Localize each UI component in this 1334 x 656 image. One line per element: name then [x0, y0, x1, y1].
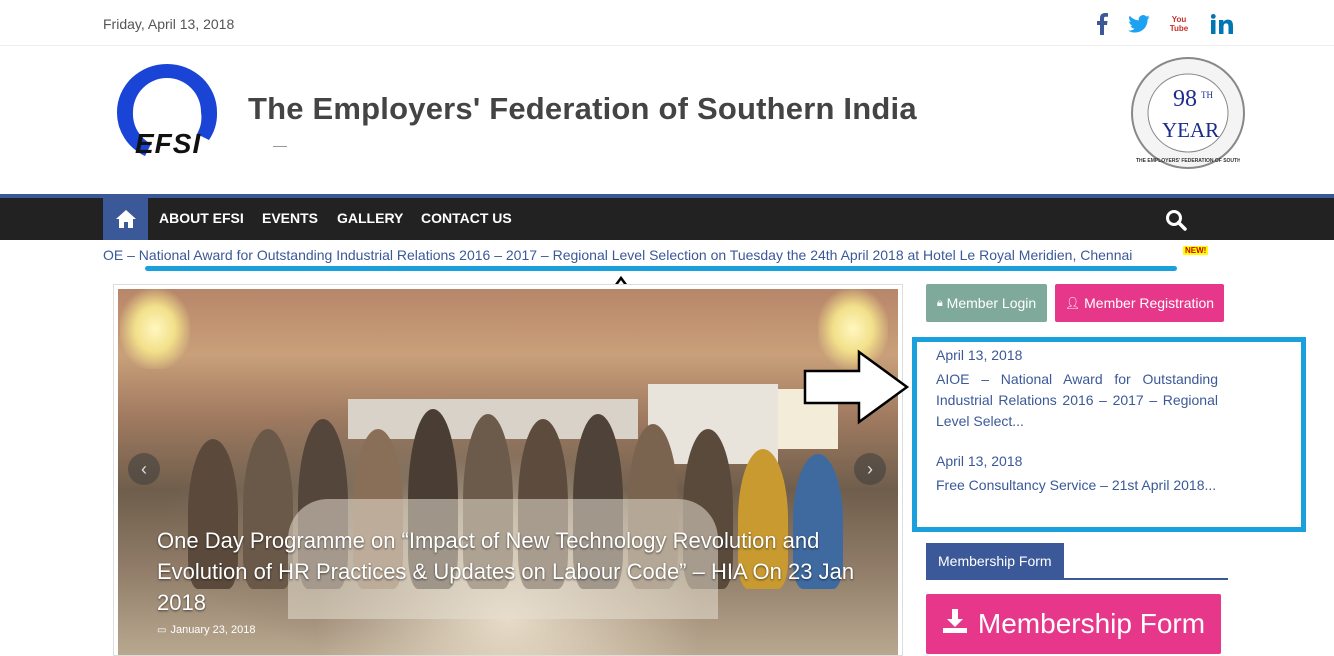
efsi-logo[interactable]: EFSI — [115, 64, 219, 167]
news-ticker[interactable]: OE – National Award for Outstanding Indu… — [103, 247, 1132, 263]
facebook-icon[interactable] — [1090, 12, 1114, 36]
member-registration-button[interactable]: 👤︎ Member Registration — [1055, 284, 1224, 322]
badge-word: YEAR — [1162, 118, 1220, 142]
linkedin-icon[interactable] — [1210, 12, 1234, 36]
badge-suffix: TH — [1201, 90, 1213, 100]
new-badge: NEW! — [1183, 246, 1209, 255]
annotation-right-arrow — [803, 349, 911, 430]
site-header: EFSI The Employers' Federation of Southe… — [0, 46, 1334, 194]
youtube-label: You Tube — [1169, 15, 1189, 33]
youtube-icon[interactable]: You Tube — [1167, 12, 1191, 36]
main-navigation: ABOUT EFSI EVENTS GALLERY CONTACT US — [0, 194, 1334, 240]
membership-form-label: Membership Form — [977, 608, 1206, 639]
widget-title: Membership Form — [926, 543, 1064, 578]
slide-caption[interactable]: One Day Programme on “Impact of New Tech… — [157, 525, 877, 618]
slide-date[interactable]: January 23, 2018 — [170, 624, 255, 636]
chevron-right-icon[interactable]: › — [854, 453, 886, 485]
widget-header: Membership Form — [926, 543, 1228, 580]
nav-about-efsi[interactable]: ABOUT EFSI — [159, 210, 244, 226]
nav-events[interactable]: EVENTS — [262, 210, 318, 226]
news-link[interactable]: Free Consultancy Service – 21st April 20… — [936, 475, 1218, 496]
nav-contact-us[interactable]: CONTACT US — [421, 210, 512, 226]
search-icon[interactable] — [1165, 209, 1187, 236]
divider — [273, 146, 287, 147]
member-login-button[interactable]: 🔒︎ Member Login — [926, 284, 1047, 322]
badge-number: 98 — [1173, 86, 1197, 112]
chevron-left-icon[interactable]: ‹ — [128, 453, 160, 485]
badge-ring-text: THE EMPLOYERS' FEDERATION OF SOUTHERN IN… — [1136, 158, 1240, 164]
calendar-icon: ▭ — [157, 624, 167, 636]
slide-date-wrap: ▭ January 23, 2018 — [157, 624, 255, 636]
logo-text: EFSI — [135, 128, 202, 159]
news-link[interactable]: AIOE – National Award for Outstanding In… — [936, 369, 1218, 432]
member-login-label: Member Login — [946, 295, 1037, 311]
download-icon — [942, 608, 968, 641]
nav-gallery[interactable]: GALLERY — [337, 210, 403, 226]
lock-icon: 🔒︎ — [936, 296, 943, 309]
member-registration-label: Member Registration — [1084, 295, 1215, 311]
site-title[interactable]: The Employers' Federation of Southern In… — [248, 91, 917, 127]
anniversary-badge: 98 TH YEAR THE EMPLOYERS' FEDERATION OF … — [1130, 56, 1246, 170]
user-icon: 👤︎ — [1064, 296, 1081, 310]
home-icon[interactable] — [103, 198, 148, 240]
top-bar: Friday, April 13, 2018 You Tube — [0, 0, 1334, 46]
twitter-icon[interactable] — [1127, 12, 1151, 36]
news-date: April 13, 2018 — [936, 453, 1023, 469]
current-date: Friday, April 13, 2018 — [103, 16, 235, 32]
news-date: April 13, 2018 — [936, 347, 1023, 363]
latest-news-box: April 13, 2018 AIOE – National Award for… — [912, 337, 1306, 532]
membership-form-button[interactable]: Membership Form — [926, 594, 1221, 654]
ticker-highlight-underline — [145, 266, 1177, 271]
